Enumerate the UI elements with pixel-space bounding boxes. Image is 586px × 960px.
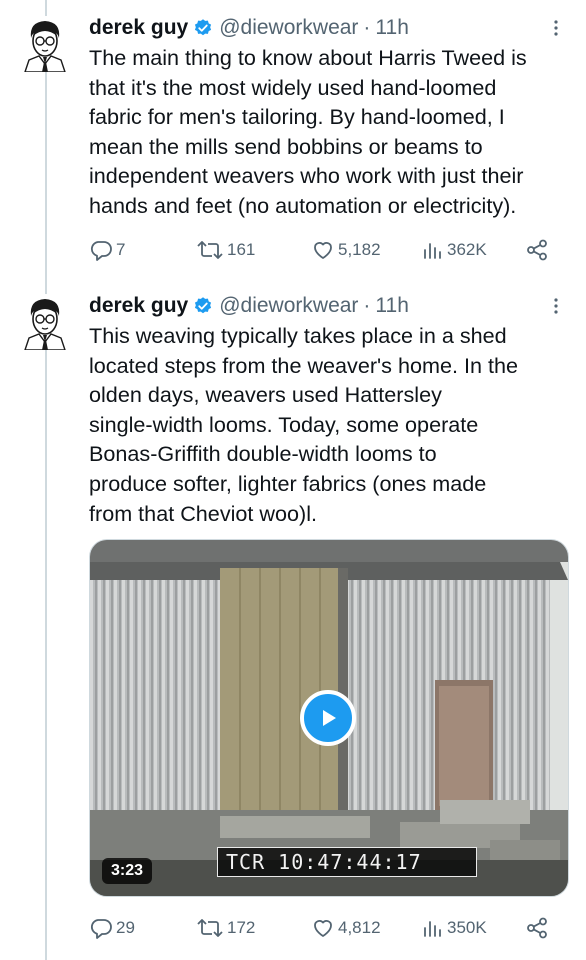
- share-icon: [527, 239, 547, 261]
- reply-icon: [90, 241, 112, 261]
- more-options-icon[interactable]: [546, 18, 566, 38]
- author-name[interactable]: derek guy: [89, 294, 188, 318]
- retweet-count: 161: [227, 240, 256, 259]
- views-button[interactable]: 362K: [420, 237, 487, 263]
- like-icon: [314, 242, 332, 259]
- avatar-illustration-icon: [24, 299, 66, 351]
- views-button[interactable]: 350K: [420, 915, 487, 941]
- retweet-icon: [197, 919, 223, 937]
- views-icon: [424, 921, 441, 937]
- like-count: 4,812: [338, 918, 381, 937]
- tweet-actions: 7 161 5,182 362K: [89, 237, 559, 263]
- reply-button[interactable]: 7: [89, 237, 125, 263]
- play-button[interactable]: [300, 690, 356, 746]
- verified-badge-icon: [193, 18, 213, 38]
- tweet-header: derek guy @dieworkwear · 11h: [89, 14, 566, 42]
- tweet-actions: 29 172 4,812 350K: [89, 915, 559, 941]
- verified-badge-icon: [193, 296, 213, 316]
- play-icon: [323, 710, 336, 726]
- video-player[interactable]: TCR 10:47:44:17 3:23: [89, 539, 569, 897]
- author-handle[interactable]: @dieworkwear: [219, 294, 358, 318]
- separator-dot: ·: [363, 16, 371, 39]
- separator-dot: ·: [363, 294, 371, 317]
- reply-count: 29: [116, 918, 135, 937]
- video-timecode-overlay: TCR 10:47:44:17: [217, 847, 477, 877]
- reply-button[interactable]: 29: [89, 915, 135, 941]
- share-icon: [527, 917, 547, 939]
- retweet-button[interactable]: 172: [196, 915, 255, 941]
- author-handle[interactable]: @dieworkwear: [219, 16, 358, 40]
- tweet-header: derek guy @dieworkwear · 11h: [89, 292, 566, 320]
- retweet-icon: [197, 241, 223, 259]
- tweet-text: This weaving typically takes place in a …: [89, 323, 519, 526]
- tweet-text: The main thing to know about Harris Twee…: [89, 45, 527, 218]
- reply-count: 7: [116, 240, 126, 259]
- tweet-2[interactable]: derek guy @dieworkwear · 11h This weavin…: [0, 282, 586, 960]
- avatar[interactable]: [21, 16, 69, 73]
- tweet-1[interactable]: derek guy @dieworkwear · 11h The main th…: [0, 0, 586, 282]
- view-count: 362K: [447, 240, 487, 259]
- like-button[interactable]: 5,182: [311, 237, 381, 263]
- reply-icon: [90, 919, 112, 939]
- views-icon: [424, 243, 441, 259]
- like-button[interactable]: 4,812: [311, 915, 381, 941]
- like-icon: [314, 920, 332, 937]
- more-options-icon[interactable]: [546, 296, 566, 316]
- avatar-illustration-icon: [24, 21, 66, 73]
- share-button[interactable]: [525, 237, 552, 263]
- retweet-button[interactable]: 161: [196, 237, 255, 263]
- timestamp[interactable]: 11h: [375, 294, 408, 318]
- timestamp[interactable]: 11h: [375, 16, 408, 40]
- like-count: 5,182: [338, 240, 381, 259]
- author-name[interactable]: derek guy: [89, 16, 188, 40]
- video-duration-badge: 3:23: [102, 858, 153, 884]
- share-button[interactable]: [525, 915, 552, 941]
- avatar[interactable]: [21, 294, 69, 351]
- retweet-count: 172: [227, 918, 256, 937]
- view-count: 350K: [447, 918, 487, 937]
